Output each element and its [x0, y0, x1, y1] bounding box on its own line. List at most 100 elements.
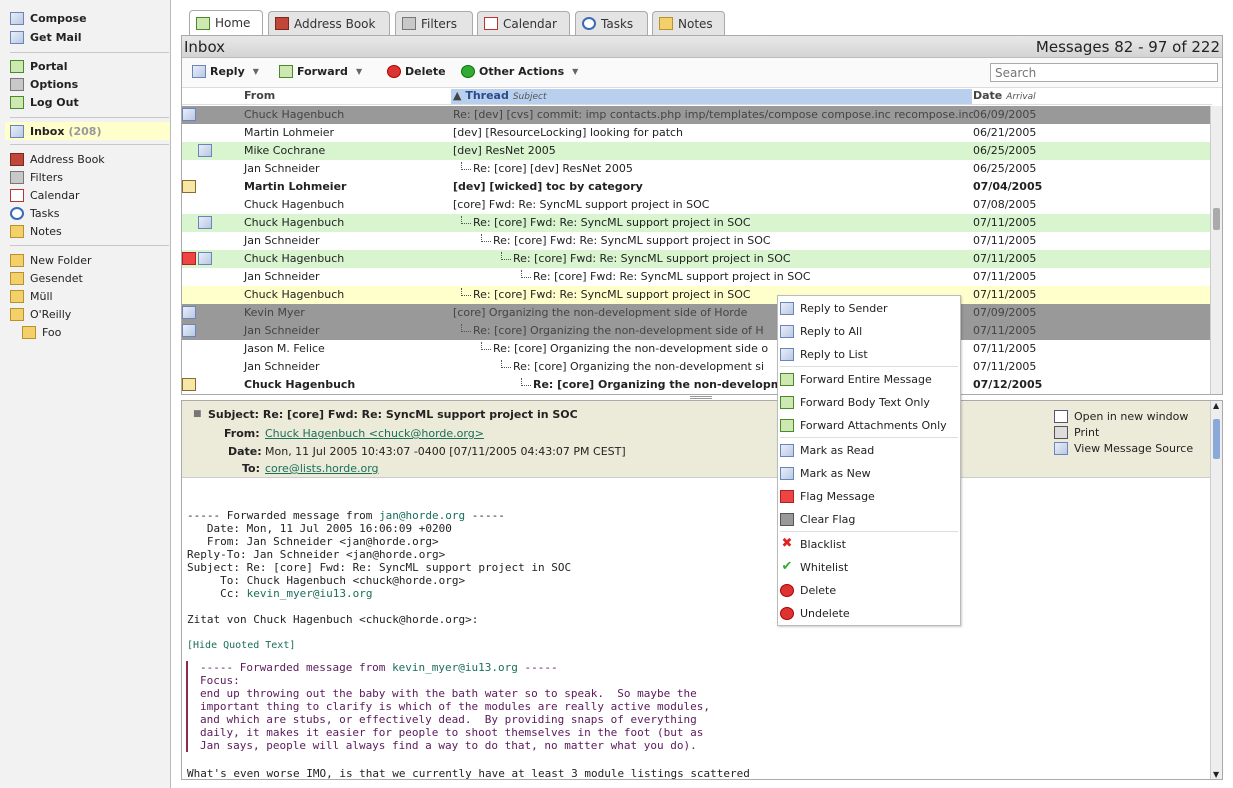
- sidebar-folder-gesendet[interactable]: Gesendet: [10, 270, 83, 286]
- table-row[interactable]: Martin Lohmeier [dev] [ResourceLocking] l…: [182, 124, 1211, 142]
- row-subject[interactable]: Re: [core] Fwd: Re: SyncML support proje…: [453, 288, 751, 301]
- print-link[interactable]: Print: [1054, 426, 1099, 439]
- sidebar-item-notes[interactable]: Notes: [10, 223, 62, 239]
- other-actions-button[interactable]: Other Actions ▼: [461, 65, 578, 78]
- tab-calendar[interactable]: Calendar: [477, 11, 570, 35]
- scrollbar-thumb[interactable]: [1213, 419, 1220, 459]
- row-subject[interactable]: [dev] [wicked] toc by category: [453, 180, 643, 193]
- row-subject-text: Re: [dev] [cvs] commit: imp contacts.php…: [453, 108, 973, 121]
- compose-link[interactable]: Compose: [10, 10, 87, 26]
- tab-home[interactable]: Home: [189, 10, 263, 35]
- tab-tasks[interactable]: Tasks: [575, 11, 648, 35]
- chevron-down-icon[interactable]: ▼: [356, 67, 362, 76]
- forward-button[interactable]: Forward ▼: [279, 65, 362, 78]
- table-row[interactable]: Chuck Hagenbuch Re: [core] Fwd: Re: SyncM…: [182, 250, 1211, 268]
- row-subject[interactable]: [dev] [ResourceLocking] looking for patc…: [453, 126, 683, 139]
- table-row[interactable]: Jan Schneider Re: [core] [dev] ResNet 200…: [182, 160, 1211, 178]
- row-subject[interactable]: Re: [core] Organizing the non-developme: [453, 378, 790, 391]
- row-subject[interactable]: Re: [core] Fwd: Re: SyncML support proje…: [453, 234, 771, 247]
- body-link[interactable]: kevin_myer@iu13.org: [247, 587, 373, 600]
- sidebar-folder-oreilly[interactable]: O'Reilly: [10, 306, 71, 322]
- table-row[interactable]: Jason M. Felice Re: [core] Organizing the…: [182, 340, 1211, 358]
- tab-notes[interactable]: Notes: [652, 11, 725, 35]
- table-row[interactable]: Kevin Myer [core] Organizing the non-deve…: [182, 304, 1211, 322]
- resize-handle[interactable]: [690, 396, 712, 399]
- row-subject[interactable]: Re: [core] Fwd: Re: SyncML support proje…: [453, 252, 791, 265]
- row-subject[interactable]: Re: [core] Organizing the non-developmen…: [453, 360, 764, 373]
- menu-item-reply-to-list[interactable]: Reply to List: [780, 344, 868, 364]
- column-from[interactable]: From: [242, 89, 275, 104]
- row-subject[interactable]: Re: [core] Organizing the non-developmen…: [453, 342, 768, 355]
- row-subject[interactable]: Re: [dev] [cvs] commit: imp contacts.php…: [453, 108, 973, 121]
- table-row[interactable]: Jan Schneider Re: [core] Fwd: Re: SyncML …: [182, 268, 1211, 286]
- table-row[interactable]: Jan Schneider Re: [core] Organizing the n…: [182, 358, 1211, 376]
- table-row[interactable]: Chuck Hagenbuch Re: [core] Organizing the…: [182, 376, 1211, 394]
- menu-item-forward-entire-message[interactable]: Forward Entire Message: [780, 369, 932, 389]
- table-row[interactable]: Jan Schneider Re: [core] Fwd: Re: SyncML …: [182, 232, 1211, 250]
- column-date[interactable]: Date Arrival: [971, 89, 1036, 104]
- menu-item-blacklist[interactable]: ✖ Blacklist: [780, 534, 846, 554]
- chevron-down-icon[interactable]: ▼: [572, 67, 578, 76]
- menu-item-mark-as-read[interactable]: Mark as Read: [780, 440, 874, 460]
- row-subject[interactable]: [core] Fwd: Re: SyncML support project i…: [453, 198, 709, 211]
- table-row[interactable]: Mike Cochrane [dev] ResNet 2005 06/25/2005: [182, 142, 1211, 160]
- collapse-icon[interactable]: ■: [193, 409, 202, 419]
- delete-button[interactable]: Delete: [387, 65, 446, 78]
- menu-item-delete[interactable]: Delete: [780, 580, 836, 600]
- sidebar-item-address-book[interactable]: Address Book: [10, 151, 105, 167]
- row-subject[interactable]: Re: [core] [dev] ResNet 2005: [453, 162, 633, 175]
- preview-scrollbar[interactable]: ▲ ▼: [1210, 401, 1222, 779]
- row-subject[interactable]: Re: [core] Fwd: Re: SyncML support proje…: [453, 216, 751, 229]
- from-link[interactable]: Chuck Hagenbuch <chuck@horde.org>: [265, 427, 484, 440]
- options-link[interactable]: Options: [10, 76, 78, 92]
- row-subject[interactable]: Re: [core] Fwd: Re: SyncML support proje…: [453, 270, 811, 283]
- sidebar-item-filters[interactable]: Filters: [10, 169, 63, 185]
- table-row[interactable]: Chuck Hagenbuch Re: [core] Fwd: Re: SyncM…: [182, 214, 1211, 232]
- menu-item-undelete[interactable]: Undelete: [780, 603, 850, 623]
- hide-quoted-link[interactable]: [Hide Quoted Text]: [187, 639, 571, 652]
- sidebar-item-tasks[interactable]: Tasks: [10, 205, 59, 221]
- row-subject[interactable]: Re: [core] Organizing the non-developmen…: [453, 324, 764, 337]
- row-subject[interactable]: [dev] ResNet 2005: [453, 144, 556, 157]
- column-thread[interactable]: ▲ Thread Subject: [451, 89, 972, 104]
- table-row[interactable]: Martin Lohmeier [dev] [wicked] toc by cat…: [182, 178, 1211, 196]
- row-subject[interactable]: [core] Organizing the non-development si…: [453, 306, 747, 319]
- menu-item-reply-to-sender[interactable]: Reply to Sender: [780, 298, 888, 318]
- table-row[interactable]: Chuck Hagenbuch Re: [core] Fwd: Re: SyncM…: [182, 286, 1211, 304]
- column-arrival-sub[interactable]: Arrival: [1006, 92, 1035, 102]
- menu-item-forward-body-text-only[interactable]: Forward Body Text Only: [780, 392, 930, 412]
- sidebar-folder-foo[interactable]: Foo: [22, 324, 61, 340]
- logout-link[interactable]: Log Out: [10, 94, 79, 110]
- menu-item-mark-as-new[interactable]: Mark as New: [780, 463, 871, 483]
- body-link[interactable]: jan@horde.org: [379, 509, 465, 522]
- scroll-up-icon[interactable]: ▲: [1213, 401, 1219, 410]
- get-mail-link[interactable]: Get Mail: [10, 29, 82, 45]
- table-row[interactable]: Chuck Hagenbuch Re: [dev] [cvs] commit: i…: [182, 106, 1211, 124]
- scroll-down-icon[interactable]: ▼: [1213, 770, 1219, 779]
- reply-button[interactable]: Reply ▼: [192, 65, 259, 78]
- new-folder-link[interactable]: New Folder: [10, 252, 91, 268]
- view-source-link[interactable]: View Message Source: [1054, 442, 1193, 455]
- to-link[interactable]: core@lists.horde.org: [265, 462, 379, 475]
- open-new-window-link[interactable]: Open in new window: [1054, 410, 1188, 423]
- tab-address-book[interactable]: Address Book: [268, 11, 390, 35]
- menu-item-forward-attachments-only[interactable]: Forward Attachments Only: [780, 415, 947, 435]
- quote-link[interactable]: kevin_myer@iu13.org: [392, 661, 518, 674]
- menu-item-flag-message[interactable]: Flag Message: [780, 486, 875, 506]
- search-input[interactable]: [990, 63, 1218, 82]
- menu-item-whitelist[interactable]: ✔ Whitelist: [780, 557, 849, 577]
- sidebar-item-calendar[interactable]: Calendar: [10, 187, 79, 203]
- column-subject-sub[interactable]: Subject: [513, 92, 547, 102]
- table-row[interactable]: Chuck Hagenbuch [core] Fwd: Re: SyncML su…: [182, 196, 1211, 214]
- table-row[interactable]: Jan Schneider Re: [core] Organizing the n…: [182, 322, 1211, 340]
- sidebar-folder-muell[interactable]: Müll: [10, 288, 53, 304]
- message-list-scrollbar[interactable]: [1210, 106, 1222, 394]
- chevron-down-icon[interactable]: ▼: [253, 67, 259, 76]
- menu-item-reply-to-all[interactable]: Reply to All: [780, 321, 862, 341]
- scrollbar-thumb[interactable]: [1213, 208, 1220, 230]
- portal-link[interactable]: Portal: [10, 58, 68, 74]
- tab-filters[interactable]: Filters: [395, 11, 473, 35]
- sidebar-item-inbox[interactable]: Inbox (208): [10, 123, 101, 139]
- thread-line: [461, 288, 471, 296]
- menu-item-clear-flag[interactable]: Clear Flag: [780, 509, 855, 529]
